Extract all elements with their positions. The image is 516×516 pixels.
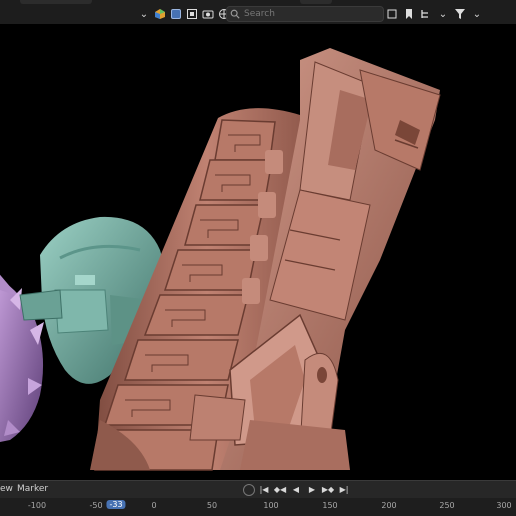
menu-view[interactable]: ew [0, 484, 13, 494]
outliner-tools: ⌄ ⌄ [385, 5, 484, 23]
timeline-ruler[interactable]: -100 -50 -33 0 50 100 150 200 250 300 [0, 498, 516, 516]
jump-start-icon[interactable]: |◀ [257, 483, 271, 496]
current-frame-indicator[interactable]: -33 [106, 500, 126, 509]
ruler-tick: 0 [151, 501, 157, 510]
play-reverse-icon[interactable]: ◀ [289, 483, 303, 496]
new-collection-icon[interactable] [385, 7, 399, 21]
search-icon [230, 9, 240, 19]
playback-controls: |◀ ◆◀ ◀ ▶ ▶◆ ▶| [243, 483, 351, 496]
chevron-down-icon[interactable]: ⌄ [137, 7, 151, 21]
ruler-tick: 200 [381, 501, 397, 510]
prev-keyframe-icon[interactable]: ◆◀ [273, 483, 287, 496]
header-stub [20, 0, 92, 4]
ruler-tick: 150 [322, 501, 338, 510]
record-icon[interactable] [243, 483, 255, 496]
ruler-tick: 100 [263, 501, 279, 510]
sculpt-render [0, 48, 441, 471]
hierarchy-icon[interactable] [419, 7, 433, 21]
chevron-down-icon[interactable]: ⌄ [436, 7, 450, 21]
play-icon[interactable]: ▶ [305, 483, 319, 496]
menu-marker[interactable]: Marker [17, 484, 48, 494]
ruler-tick: 300 [496, 501, 512, 510]
header-stub [300, 0, 332, 4]
timeline-header: ew Marker |◀ ◆◀ ◀ ▶ ▶◆ ▶| [0, 480, 516, 499]
header-bar: ⌄ Search ⌄ ⌄ [0, 0, 516, 24]
jump-end-icon[interactable]: ▶| [337, 483, 351, 496]
search-placeholder: Search [244, 9, 275, 19]
ruler-tick: -50 [89, 501, 103, 510]
search-field[interactable]: Search [226, 6, 384, 22]
3d-viewport[interactable] [0, 24, 516, 480]
bookmark-icon[interactable] [402, 7, 416, 21]
next-keyframe-icon[interactable]: ▶◆ [321, 483, 335, 496]
filter-icon[interactable] [453, 7, 467, 21]
checkbox-icon[interactable] [169, 7, 183, 21]
view-icon[interactable] [185, 7, 199, 21]
chevron-down-icon[interactable]: ⌄ [470, 7, 484, 21]
camera-icon[interactable] [201, 7, 215, 21]
collection-color-icon[interactable] [153, 7, 167, 21]
ruler-tick: -100 [27, 501, 47, 510]
ruler-tick: 250 [439, 501, 455, 510]
ruler-tick: 50 [206, 501, 218, 510]
